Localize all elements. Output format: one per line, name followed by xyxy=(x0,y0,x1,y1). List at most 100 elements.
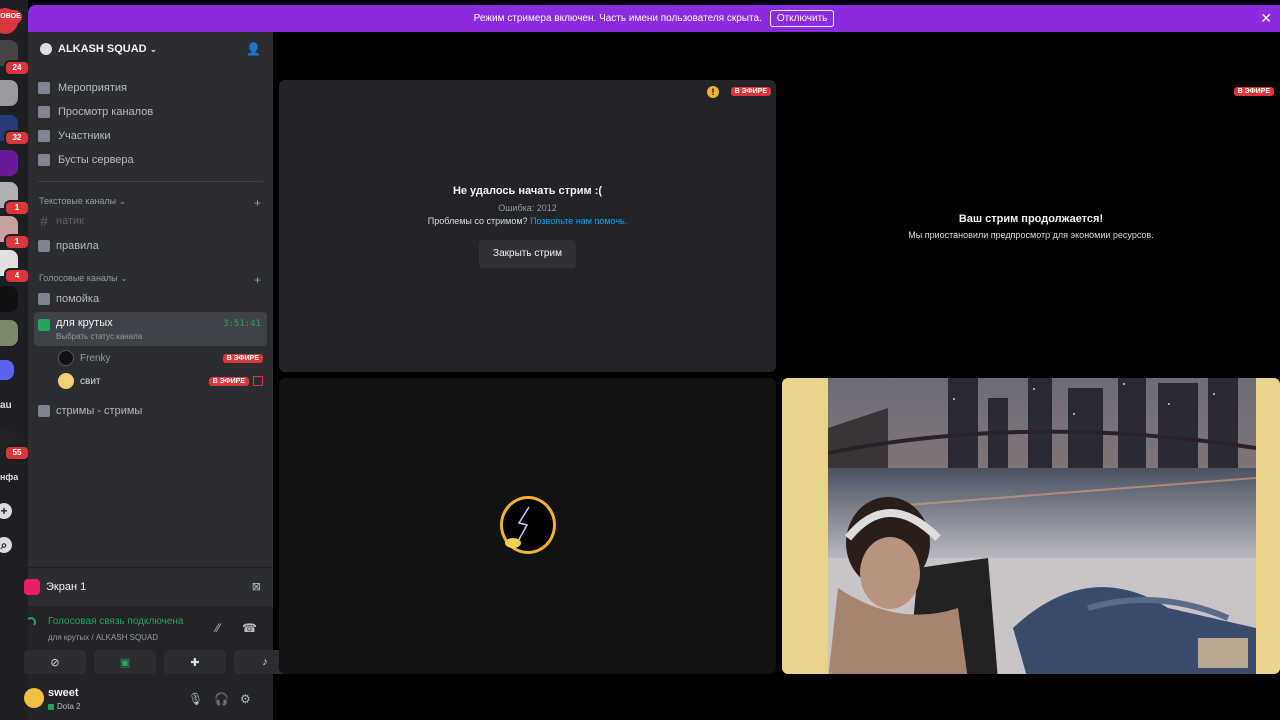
banner-text: Режим стримера включен. Часть имени поль… xyxy=(473,13,762,24)
streamer-mode-banner: Режим стримера включен. Часть имени поль… xyxy=(28,5,1280,32)
error-title: Не удалось начать стрим :( xyxy=(452,185,603,197)
live-badge: В ЭФИРЕ xyxy=(222,353,263,363)
server-badge: 24 xyxy=(4,60,28,76)
nav-label: Просмотр каналов xyxy=(58,106,154,118)
add-channel-icon[interactable]: + xyxy=(254,273,261,287)
call-timer: 3:51:41 xyxy=(223,319,261,329)
server-icon[interactable] xyxy=(0,360,14,380)
category-label: Текстовые каналы xyxy=(39,196,117,206)
text-channels-category[interactable]: Текстовые каналы ⌄ + xyxy=(39,196,261,210)
server-icon[interactable] xyxy=(0,150,18,176)
channel-name: для крутых xyxy=(56,317,113,329)
channel-name: правила xyxy=(56,240,99,252)
member-name: Frenky xyxy=(80,352,111,364)
lightning-icon xyxy=(505,506,530,548)
nav-members[interactable]: Участники xyxy=(38,126,111,146)
chevron-down-icon: ⌄ xyxy=(149,43,158,54)
stop-screen-share-icon[interactable]: ⊠ xyxy=(252,580,261,593)
webcam-frame xyxy=(828,378,1256,674)
voice-status-text: Голосовая связь подключена xyxy=(48,616,184,627)
voice-channels-category[interactable]: Голосовые каналы ⌄ + xyxy=(39,273,261,287)
screen-share-button[interactable]: ▣ xyxy=(94,650,156,674)
live-badge: В ЭФИРЕ xyxy=(1233,87,1274,96)
stream-tile-paused[interactable]: В ЭФИРЕ Ваш стрим продолжается! Мы приос… xyxy=(782,80,1280,372)
nav-server-boosts[interactable]: Бусты сервера xyxy=(38,150,134,170)
voice-channel[interactable]: стримы - стримы xyxy=(38,401,266,421)
user-panel: sweet Dota 2 🎙 🎧 ⚙ xyxy=(24,682,273,720)
username[interactable]: sweet xyxy=(48,687,79,699)
voice-location[interactable]: для крутых / ALKASH SQUAD xyxy=(48,633,158,642)
voice-connection-panel: Голосовая связь подключена для крутых / … xyxy=(24,606,296,682)
signal-icon xyxy=(26,616,36,627)
new-badge: НОВОЕ xyxy=(0,10,22,24)
speaker-icon xyxy=(38,293,50,305)
voice-status[interactable]: Голосовая связь подключена xyxy=(26,616,183,627)
browse-icon xyxy=(38,106,50,118)
voice-member[interactable]: Frenky В ЭФИРЕ xyxy=(58,349,263,367)
microphone-icon[interactable]: 🎙 xyxy=(188,692,203,706)
category-label: Голосовые каналы xyxy=(39,273,118,283)
nav-browse-channels[interactable]: Просмотр каналов xyxy=(38,102,153,122)
disconnect-icon[interactable]: ☎ xyxy=(242,621,257,635)
add-server-icon[interactable]: + xyxy=(0,503,12,519)
guild-header[interactable]: ALKASH SQUAD ⌄ 👤 xyxy=(28,32,273,66)
help-link[interactable]: Позвольте нам помочь. xyxy=(530,216,627,226)
server-badge: 4 xyxy=(4,268,28,284)
channel-sidebar: ALKASH SQUAD ⌄ 👤 Мероприятия Просмотр ка… xyxy=(24,32,296,720)
game-icon xyxy=(48,703,54,710)
server-badge: 55 xyxy=(4,445,28,461)
server-rail: НОВОЕ 24 32 1 1 4 au 55 нфа + ⌕ xyxy=(0,0,28,720)
add-channel-icon[interactable]: + xyxy=(254,196,261,210)
speaker-icon xyxy=(38,319,50,331)
activities-button[interactable]: ✚ xyxy=(164,650,226,674)
noise-suppression-icon[interactable]: ⁄⁄ xyxy=(216,621,220,635)
text-channel[interactable]: правила xyxy=(38,236,266,256)
paused-subtitle: Мы приостановили предпросмотр для эконом… xyxy=(908,230,1154,240)
nav-events[interactable]: Мероприятия xyxy=(38,78,127,98)
server-label[interactable]: au xyxy=(0,400,12,411)
channel-name: натик xyxy=(56,215,84,227)
warning-icon: ! xyxy=(707,86,719,98)
avatar xyxy=(58,373,74,389)
voice-member[interactable]: свит В ЭФИРЕ xyxy=(58,372,263,390)
chevron-down-icon: ⌄ xyxy=(117,273,128,283)
speaker-icon xyxy=(38,405,50,417)
nav-label: Мероприятия xyxy=(58,82,127,94)
avatar[interactable] xyxy=(24,688,44,708)
disable-streamer-mode-button[interactable]: Отключить xyxy=(769,10,835,27)
live-badge: В ЭФИРЕ xyxy=(730,87,771,96)
server-label[interactable]: нфа xyxy=(0,472,18,482)
nav-label: Участники xyxy=(58,130,111,142)
avatar xyxy=(58,350,74,366)
error-code: Ошибка: 2012 xyxy=(498,203,557,213)
text-channel[interactable]: # натик xyxy=(38,211,266,231)
channel-name: стримы - стримы xyxy=(56,405,143,417)
voice-channel[interactable]: помойка xyxy=(38,289,266,309)
server-icon[interactable] xyxy=(0,286,18,312)
screen-label: Экран 1 xyxy=(46,580,87,593)
channel-name: помойка xyxy=(56,293,100,305)
camera-tile[interactable] xyxy=(782,378,1280,674)
stream-tile-error[interactable]: ! В ЭФИРЕ Не удалось начать стрим :( Оши… xyxy=(279,80,776,372)
screen-share-bar[interactable]: Экран 1 ⊠ xyxy=(24,567,273,605)
server-icon[interactable] xyxy=(0,80,18,106)
user-tile[interactable] xyxy=(279,378,776,674)
boost-icon xyxy=(38,154,50,166)
voice-channel-active[interactable]: для крутых 3:51:41 Выбрать статус канала xyxy=(34,312,267,346)
close-icon[interactable]: ✕ xyxy=(1260,10,1272,27)
discover-icon[interactable]: ⌕ xyxy=(0,537,12,553)
headphones-icon[interactable]: 🎧 xyxy=(214,692,229,706)
channel-status-link[interactable]: Выбрать статус канала xyxy=(56,332,142,341)
server-icon[interactable] xyxy=(0,320,18,346)
guild-name: ALKASH SQUAD xyxy=(58,43,147,55)
server-badge: 1 xyxy=(4,200,28,216)
guild-icon xyxy=(40,43,52,55)
close-stream-button[interactable]: Закрыть стрим xyxy=(479,240,576,268)
calendar-icon xyxy=(38,82,50,94)
rules-icon xyxy=(38,240,50,252)
gear-icon[interactable]: ⚙ xyxy=(240,692,251,706)
activity-text: Dota 2 xyxy=(57,702,81,711)
camera-off-button[interactable]: ⊘ xyxy=(24,650,86,674)
invite-people-icon[interactable]: 👤 xyxy=(246,42,261,56)
video-off-icon xyxy=(253,376,263,386)
